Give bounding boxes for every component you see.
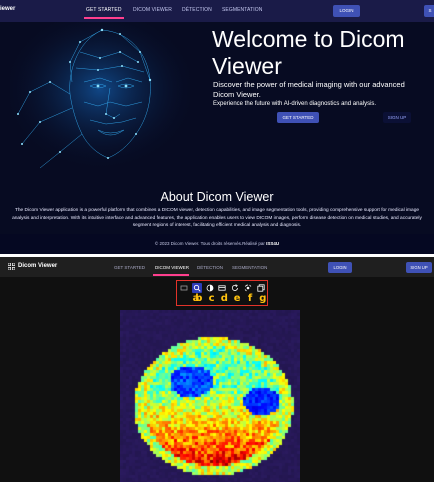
contrast-tool-button[interactable] xyxy=(205,283,215,293)
layers-icon xyxy=(257,284,265,292)
tab-dicom-viewer[interactable]: DICOM VIEWER xyxy=(133,7,172,13)
tool-label-b: b xyxy=(195,293,203,304)
rotate-icon xyxy=(232,284,239,291)
tool-label-f: f xyxy=(247,293,253,304)
rotate-tool-button[interactable] xyxy=(230,283,240,293)
hero-subtitle: Discover the power of medical imaging wi… xyxy=(213,80,405,99)
tab-dicom-viewer[interactable]: DICOM VIEWER xyxy=(155,265,189,270)
active-tab-indicator xyxy=(153,274,189,276)
login-button[interactable]: LOGIN xyxy=(328,262,352,273)
get-started-button[interactable]: GET STARTED xyxy=(277,112,319,123)
tool-label-g: g xyxy=(259,293,267,304)
tool-label-e: e xyxy=(233,293,241,304)
image-tool-button[interactable] xyxy=(179,283,189,293)
tab-segmentation[interactable]: SEGMENTATION xyxy=(222,7,262,13)
rectangle-icon xyxy=(218,285,226,291)
landing-footer: © 2023 Dicom Viewer. Tous droits réservé… xyxy=(0,234,434,254)
about-title: About Dicom Viewer xyxy=(160,190,274,204)
contrast-icon xyxy=(206,284,213,292)
signup-button[interactable]: S xyxy=(424,5,434,17)
login-button[interactable]: LOGIN xyxy=(333,5,360,17)
tab-detection[interactable]: DÉTECTION xyxy=(197,265,223,270)
rectangle-tool-button[interactable] xyxy=(217,283,227,293)
dicom-viewer-page: Dicom Viewer GET STARTED DICOM VIEWER DÉ… xyxy=(0,257,434,482)
tool-label-d: d xyxy=(220,293,228,304)
hero-signup-button[interactable]: SIGN UP xyxy=(383,112,411,123)
signup-button[interactable]: SIGN UP xyxy=(406,262,432,273)
viewer-navbar: Dicom Viewer GET STARTED DICOM VIEWER DÉ… xyxy=(0,257,434,277)
tab-segmentation[interactable]: SEGMENTATION xyxy=(232,265,267,270)
hero-tagline: Experience the future with AI-driven dia… xyxy=(213,101,377,107)
footer-text: © 2023 Dicom Viewer. Tous droits réservé… xyxy=(0,241,434,246)
footer-author-link[interactable]: ISS4U xyxy=(266,241,279,246)
tab-get-started[interactable]: GET STARTED xyxy=(86,7,122,13)
active-tab-indicator xyxy=(84,17,124,19)
layers-tool-button[interactable] xyxy=(256,283,266,293)
zoom-tool-button[interactable] xyxy=(191,283,202,293)
image-icon xyxy=(180,285,188,291)
tab-get-started[interactable]: GET STARTED xyxy=(114,265,145,270)
grid-icon xyxy=(8,263,15,270)
landing-navbar: iewer GET STARTED DICOM VIEWER DÉTECTION… xyxy=(0,0,434,22)
brand-title[interactable]: iewer xyxy=(0,6,15,12)
ai-face-illustration xyxy=(10,22,190,172)
zoom-icon xyxy=(193,284,201,292)
brain-scan-image[interactable] xyxy=(120,310,300,482)
tab-detection[interactable]: DÉTECTION xyxy=(182,7,212,13)
pan-tool-button[interactable] xyxy=(243,283,253,293)
dicom-image-viewport[interactable] xyxy=(120,310,300,482)
about-description: The Dicom Viewer application is a powerf… xyxy=(12,208,422,229)
landing-page: iewer GET STARTED DICOM VIEWER DÉTECTION… xyxy=(0,0,434,254)
viewer-toolbar: abcdefg xyxy=(176,280,268,306)
tool-label-c: c xyxy=(208,293,215,304)
pan-icon xyxy=(244,284,252,292)
footer-copyright: © 2023 Dicom Viewer. Tous droits réservé… xyxy=(154,241,267,246)
brand-title[interactable]: Dicom Viewer xyxy=(18,263,57,269)
hero-title: Welcome to Dicom Viewer xyxy=(212,26,405,79)
